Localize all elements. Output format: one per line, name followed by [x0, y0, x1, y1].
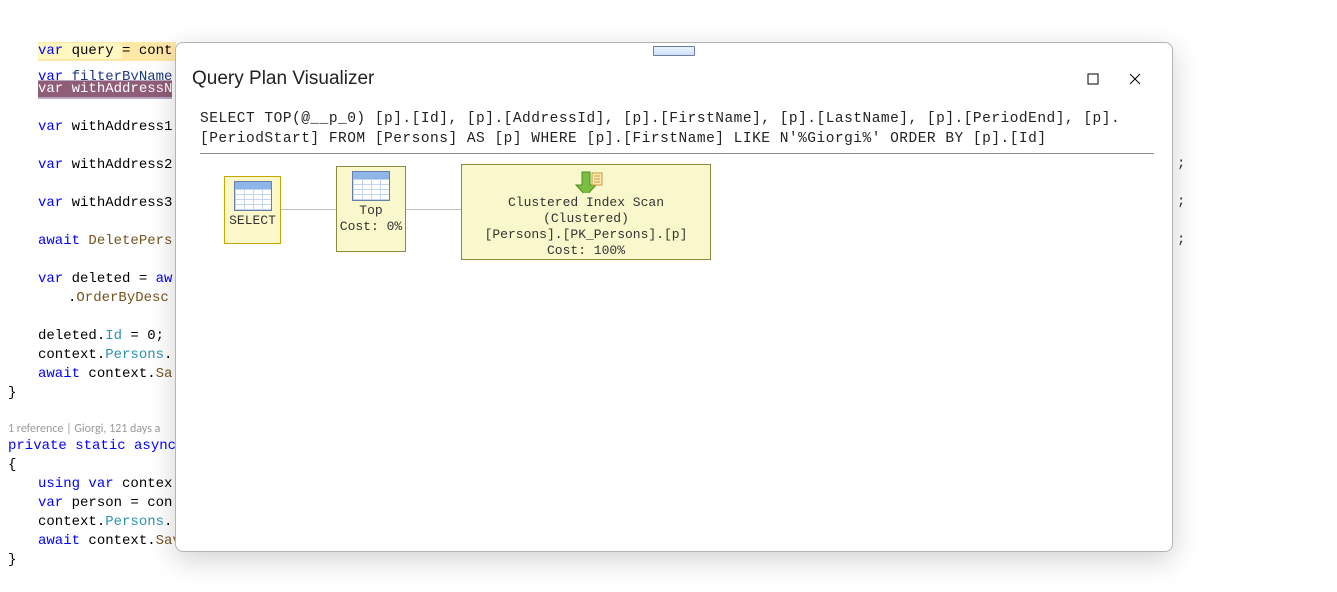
- window-grip[interactable]: [653, 46, 695, 56]
- trailing-semicolon: ;: [1177, 232, 1185, 248]
- plan-node-scan[interactable]: Clustered Index Scan (Clustered) [Person…: [461, 164, 711, 260]
- plan-node-cost: Cost: 0%: [340, 219, 402, 235]
- scan-arrow-icon: [567, 169, 605, 193]
- window-title: Query Plan Visualizer: [192, 68, 1072, 90]
- plan-node-select[interactable]: SELECT: [224, 176, 281, 244]
- plan-node-label: Clustered Index Scan (Clustered): [462, 195, 710, 227]
- plan-node-cost: Cost: 100%: [547, 243, 625, 259]
- sql-text: SELECT TOP(@__p_0) [p].[Id], [p].[Addres…: [200, 109, 1154, 154]
- plan-arrow: [279, 209, 336, 210]
- code-brace-close2: }: [8, 551, 1337, 570]
- trailing-semicolon: ;: [1177, 194, 1185, 210]
- table-icon: [352, 171, 390, 201]
- query-plan-window[interactable]: Query Plan Visualizer SELECT TOP(@__p_0)…: [175, 42, 1173, 552]
- maximize-icon: [1087, 73, 1099, 85]
- plan-canvas[interactable]: SELECT Top Cost: 0% Clustered Index Scan…: [176, 154, 1172, 551]
- maximize-button[interactable]: [1072, 64, 1114, 94]
- plan-arrow: [404, 209, 461, 210]
- close-button[interactable]: [1114, 64, 1156, 94]
- plan-node-label: SELECT: [229, 213, 276, 229]
- plan-node-label: Top: [359, 203, 382, 219]
- plan-node-detail: [Persons].[PK_Persons].[p]: [485, 227, 688, 243]
- codelens[interactable]: 1 reference | Giorgi, 121 days a: [0, 421, 160, 437]
- plan-node-top[interactable]: Top Cost: 0%: [336, 166, 406, 252]
- trailing-semicolon: ;: [1177, 156, 1185, 172]
- close-icon: [1129, 73, 1141, 85]
- table-icon: [234, 181, 272, 211]
